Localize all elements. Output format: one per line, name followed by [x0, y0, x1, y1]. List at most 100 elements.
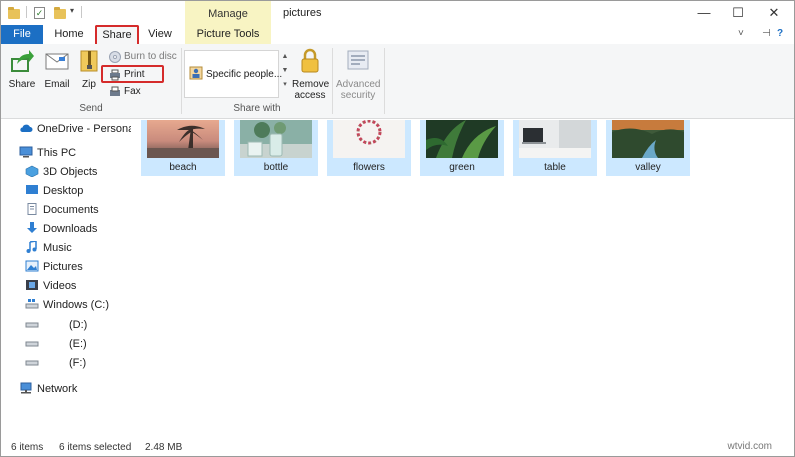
nav-drive-d[interactable]: (D:): [25, 316, 87, 334]
send-group-label: Send: [79, 103, 103, 114]
file-tile-flowers[interactable]: flowers: [327, 120, 411, 176]
pictures-icon: [25, 260, 39, 272]
film-icon: [26, 280, 38, 290]
flowers-thumbnail: [333, 120, 405, 158]
customize-quick-access-icon[interactable]: ▾: [70, 6, 74, 15]
lock-icon: [301, 48, 319, 73]
status-selected: 6 items selected: [59, 442, 132, 453]
file-tile-valley[interactable]: valley: [606, 120, 690, 176]
nav-this-pc[interactable]: This PC: [19, 144, 76, 162]
music-note-icon: [26, 241, 37, 253]
file-tile-bottle[interactable]: bottle: [234, 120, 318, 176]
nav-onedrive[interactable]: OneDrive - Personal: [19, 120, 137, 138]
bottle-thumbnail: [240, 120, 312, 158]
close-button[interactable]: ✕: [757, 3, 791, 23]
tab-manage[interactable]: Manage: [185, 1, 271, 27]
share-label: Share: [8, 79, 36, 90]
zip-label: Zip: [82, 79, 96, 90]
status-bar: 6 items 6 items selected 2.48 MB wtvid.c…: [1, 438, 794, 456]
minimize-button[interactable]: —: [687, 3, 721, 23]
file-view: beach bottle flowers green table valley: [131, 120, 793, 438]
gallery-scroll[interactable]: ▲ ▼ ▾: [280, 50, 290, 98]
file-tile-green[interactable]: green: [420, 120, 504, 176]
collapse-ribbon-icon[interactable]: ˅: [738, 28, 744, 39]
status-item-count: 6 items: [11, 442, 44, 453]
nav-desktop-label: Desktop: [43, 185, 84, 197]
nav-drive-f[interactable]: (F:): [25, 354, 86, 372]
ribbon-group-separator: [181, 48, 182, 114]
nav-music[interactable]: Music: [25, 239, 72, 257]
quick-access-separator: [26, 6, 27, 18]
maximize-button[interactable]: ☐: [721, 3, 755, 23]
nav-windows-c[interactable]: Windows (C:): [25, 296, 109, 314]
valley-thumbnail: [612, 120, 684, 158]
fax-icon: [110, 86, 120, 96]
nav-desktop[interactable]: Desktop: [25, 182, 83, 200]
email-label: Email: [44, 79, 70, 90]
pin-ribbon-icon[interactable]: ⊣: [762, 28, 771, 39]
share-with-gallery[interactable]: Specific people...: [184, 50, 282, 98]
properties-icon[interactable]: ✓: [34, 7, 45, 19]
tab-share[interactable]: Share: [95, 25, 139, 44]
advanced-security-button[interactable]: Advanced security: [336, 48, 380, 101]
tab-home[interactable]: Home: [49, 25, 89, 44]
quick-access-separator-2: [81, 6, 82, 18]
nav-pictures[interactable]: Pictures: [25, 258, 83, 276]
tab-file[interactable]: File: [1, 25, 43, 44]
file-name-beach: beach: [169, 162, 197, 173]
window-title: pictures: [283, 7, 322, 19]
file-tile-table[interactable]: table: [513, 120, 597, 176]
nav-network[interactable]: Network: [19, 380, 77, 398]
folder-icon: [8, 7, 20, 19]
share-button[interactable]: Share: [5, 48, 39, 90]
computer-icon: [19, 146, 33, 158]
file-name-valley: valley: [635, 162, 661, 173]
nav-music-label: Music: [43, 242, 72, 254]
share-with-group-label: Share with: [233, 103, 281, 114]
drive-icon: [25, 322, 39, 328]
help-icon[interactable]: ?: [777, 28, 783, 39]
nav-videos-label: Videos: [43, 280, 77, 292]
disc-icon: [109, 51, 121, 63]
new-folder-icon[interactable]: [54, 7, 66, 19]
zip-button[interactable]: Zip: [76, 48, 102, 90]
advanced-security-icon: [347, 50, 369, 70]
nav-windows-c-label: Windows (C:): [43, 299, 110, 311]
nav-3d-objects-label: 3D Objects: [43, 166, 98, 178]
email-icon: [45, 53, 69, 70]
people-icon: [189, 66, 203, 80]
file-tile-beach[interactable]: beach: [141, 120, 225, 176]
nav-this-pc-label: This PC: [37, 147, 77, 159]
file-name-green: green: [449, 162, 475, 173]
print-highlight: [101, 65, 164, 83]
remove-access-label-2: access: [294, 90, 326, 101]
beach-thumbnail: [147, 120, 219, 158]
system-drive-icon: [25, 299, 39, 309]
nav-pictures-label: Pictures: [43, 261, 83, 273]
nav-videos[interactable]: Videos: [25, 277, 76, 295]
file-name-table: table: [544, 162, 566, 173]
drive-icon: [25, 360, 39, 366]
nav-drive-e[interactable]: (E:): [25, 335, 87, 353]
drive-icon: [25, 341, 39, 347]
watermark: wtvid.com: [727, 441, 772, 452]
share-icon: [11, 50, 34, 72]
zip-icon: [80, 50, 98, 72]
tab-picture-tools[interactable]: Picture Tools: [185, 25, 271, 44]
cube-icon: [25, 165, 39, 177]
remove-access-button[interactable]: Remove access: [292, 48, 329, 101]
tab-view[interactable]: View: [141, 25, 179, 44]
burn-to-disc-button[interactable]: Burn to disc: [107, 49, 177, 65]
nav-downloads-label: Downloads: [43, 223, 98, 235]
nav-documents[interactable]: Documents: [25, 201, 99, 219]
nav-downloads[interactable]: Downloads: [25, 220, 97, 238]
advanced-security-label-2: security: [340, 90, 376, 101]
specific-people-item[interactable]: Specific people...: [189, 66, 282, 80]
nav-drive-d-label: (D:): [69, 319, 88, 331]
desktop-icon: [26, 185, 38, 194]
email-button[interactable]: Email: [41, 48, 73, 90]
nav-drive-e-label: (E:): [69, 338, 87, 350]
nav-3d-objects[interactable]: 3D Objects: [25, 163, 97, 181]
fax-button[interactable]: Fax: [107, 84, 141, 100]
download-arrow-icon: [27, 222, 37, 233]
